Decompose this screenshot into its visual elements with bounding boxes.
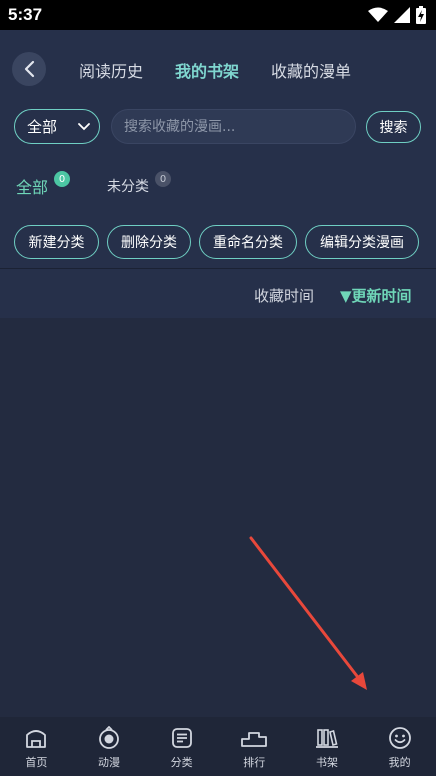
home-icon <box>26 730 47 748</box>
battery-icon <box>416 6 426 24</box>
header-panel: 阅读历史 我的书架 收藏的漫单 全部 搜索 全部 0 未分类 0 新建分类 删除… <box>0 30 436 318</box>
nav-label: 我的 <box>388 756 411 769</box>
edit-category-comics-button[interactable]: 编辑分类漫画 <box>305 225 419 259</box>
ranking-icon <box>241 732 268 747</box>
category-count-badge: 0 <box>155 171 171 187</box>
new-category-button[interactable]: 新建分类 <box>14 225 99 259</box>
nav-item-bookshelf[interactable]: 书架 <box>297 726 357 770</box>
category-tab-all[interactable]: 全部 <box>16 174 48 198</box>
nav-label: 分类 <box>170 756 193 769</box>
status-icons <box>368 6 426 24</box>
nav-item-mine[interactable]: 我的 <box>370 726 430 770</box>
nav-label: 书架 <box>315 756 338 769</box>
status-time: 5:37 <box>8 5 43 24</box>
search-button[interactable]: 搜索 <box>366 111 421 143</box>
signal-icon <box>394 7 410 23</box>
smiley-icon <box>388 727 411 749</box>
back-button[interactable] <box>12 52 46 86</box>
bottom-navigation: 首页 动漫 分类 排行 书架 我的 <box>0 717 436 776</box>
tab-reading-history[interactable]: 阅读历史 <box>79 58 143 82</box>
sort-by-collect-time[interactable]: 收藏时间 <box>254 285 314 306</box>
tab-my-bookshelf[interactable]: 我的书架 <box>175 58 239 82</box>
status-bar: 5:37 <box>0 0 436 30</box>
nav-label: 动漫 <box>97 756 120 769</box>
nav-item-ranking[interactable]: 排行 <box>224 726 284 770</box>
filter-dropdown[interactable]: 全部 <box>14 109 100 144</box>
anime-icon <box>99 726 119 749</box>
nav-item-category[interactable]: 分类 <box>152 726 212 770</box>
tab-collected-lists[interactable]: 收藏的漫单 <box>271 58 351 82</box>
nav-item-home[interactable]: 首页 <box>6 726 66 770</box>
delete-category-button[interactable]: 删除分类 <box>107 225 191 259</box>
category-icon <box>171 728 192 748</box>
sort-by-update-time[interactable]: ▼更新时间 <box>340 285 412 306</box>
divider <box>0 268 436 269</box>
chevron-left-icon <box>24 60 35 78</box>
wifi-icon <box>368 7 388 22</box>
nav-item-anime[interactable]: 动漫 <box>79 726 139 770</box>
category-count-badge: 0 <box>54 171 70 187</box>
nav-label: 首页 <box>25 756 48 769</box>
rename-category-button[interactable]: 重命名分类 <box>199 225 297 259</box>
category-tab-uncategorized[interactable]: 未分类 <box>107 176 149 196</box>
chevron-down-icon <box>78 123 90 131</box>
bookshelf-icon <box>315 729 338 748</box>
nav-label: 排行 <box>243 756 266 769</box>
filter-value: 全部 <box>27 118 58 136</box>
search-input[interactable] <box>111 109 356 144</box>
